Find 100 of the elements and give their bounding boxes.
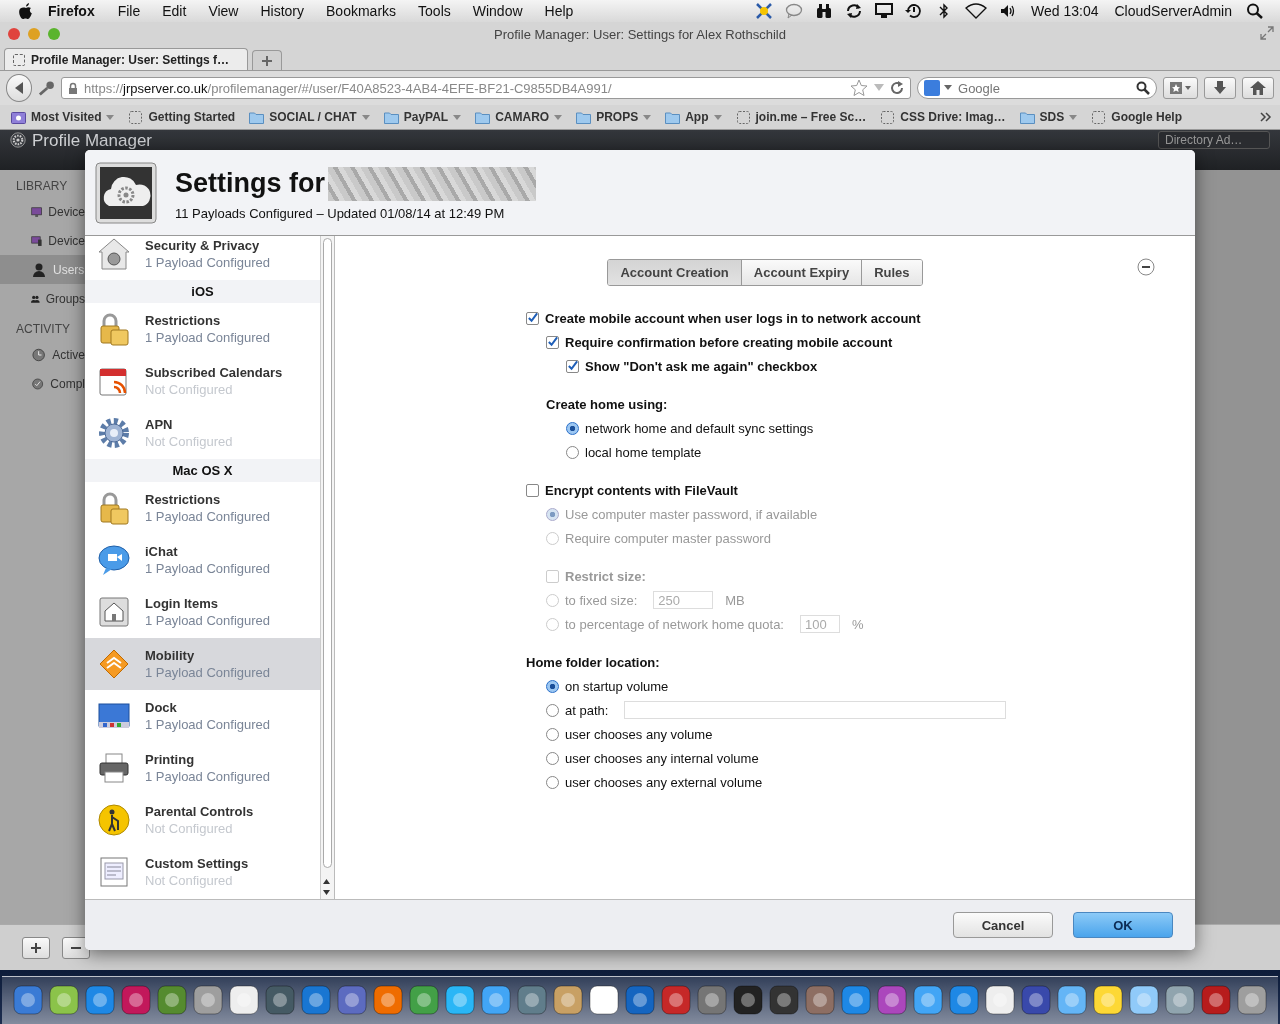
menu-item[interactable]: Window	[461, 3, 534, 19]
time-machine-icon[interactable]	[905, 3, 924, 19]
remove-button[interactable]	[62, 936, 90, 959]
sidebar-item[interactable]: Active	[0, 340, 85, 369]
app-icon[interactable]	[84, 984, 116, 1018]
bookmarks-button[interactable]	[1162, 77, 1199, 99]
app-icon[interactable]	[372, 984, 404, 1018]
bookmark[interactable]: CAMARO	[472, 110, 570, 124]
app-icon[interactable]	[912, 984, 944, 1018]
segment-tab[interactable]: Rules	[861, 260, 922, 285]
bookmark[interactable]: Google Help	[1088, 110, 1189, 124]
bookmark[interactable]: Most Visited	[8, 110, 122, 124]
app-icon[interactable]	[948, 984, 980, 1018]
payload-item[interactable]: Security & Privacy 1 Payload Configured	[85, 236, 320, 280]
app-icon[interactable]	[1128, 984, 1160, 1018]
path-field[interactable]	[624, 701, 1007, 719]
app-icon[interactable]	[1164, 984, 1196, 1018]
bookmark[interactable]: Getting Started	[125, 110, 243, 124]
fullscreen-icon[interactable]	[1260, 26, 1274, 40]
default-button[interactable]: OK	[1073, 912, 1173, 938]
payload-item[interactable]: Mobility 1 Payload Configured	[85, 638, 320, 690]
checkbox[interactable]	[526, 483, 539, 497]
app-icon[interactable]	[444, 984, 476, 1018]
clock-text[interactable]: Wed 13:04	[1023, 3, 1107, 19]
apple-logo-icon[interactable]	[18, 2, 34, 20]
star-icon[interactable]	[850, 79, 869, 97]
app-icon[interactable]	[156, 984, 188, 1018]
app-icon[interactable]	[804, 984, 836, 1018]
bookmark[interactable]: PROPS	[573, 110, 659, 124]
new-tab-button[interactable]	[252, 50, 282, 70]
menu-item[interactable]: Help	[533, 3, 585, 19]
menu-item[interactable]: Tools	[407, 3, 462, 19]
app-icon[interactable]	[336, 984, 368, 1018]
sidebar-item[interactable]: Device	[0, 226, 85, 255]
search-icon[interactable]	[1135, 81, 1150, 95]
app-icon[interactable]	[1236, 984, 1268, 1018]
wifi-icon[interactable]	[965, 3, 988, 19]
menu-item[interactable]: File	[106, 3, 152, 19]
checkbox[interactable]	[526, 311, 539, 325]
app-icon[interactable]	[516, 984, 548, 1018]
app-icon[interactable]	[768, 984, 800, 1018]
app-icon[interactable]	[408, 984, 440, 1018]
payload-item[interactable]: Login Items 1 Payload Configured	[85, 586, 320, 638]
binoculars-icon[interactable]	[815, 3, 834, 19]
payload-item[interactable]: APN Not Configured	[85, 407, 320, 459]
key-icon[interactable]	[38, 80, 56, 96]
sidebar-item[interactable]: Compl	[0, 369, 85, 398]
scrollbar[interactable]	[320, 236, 335, 899]
app-icon[interactable]	[480, 984, 512, 1018]
segment-tab[interactable]: Account Creation	[608, 260, 741, 285]
checkbox[interactable]	[546, 335, 559, 349]
sidebar-item[interactable]: Groups	[0, 284, 85, 313]
app-icon[interactable]	[1056, 984, 1088, 1018]
app-icon[interactable]	[48, 984, 80, 1018]
browser-tab[interactable]: Profile Manager: User: Settings f…	[4, 48, 248, 70]
search-engine-icon[interactable]	[924, 80, 941, 96]
payload-item[interactable]: Printing 1 Payload Configured	[85, 742, 320, 794]
app-icon[interactable]	[300, 984, 332, 1018]
payload-item[interactable]: Restrictions 1 Payload Configured	[85, 482, 320, 534]
directory-select[interactable]: Directory Ad…	[1158, 131, 1270, 149]
radio-button[interactable]	[546, 727, 559, 741]
checkbox[interactable]	[566, 359, 579, 373]
app-icon[interactable]	[228, 984, 260, 1018]
search-icon[interactable]	[1246, 3, 1264, 19]
app-icon[interactable]	[12, 984, 44, 1018]
segment-tab[interactable]: Account Expiry	[740, 260, 862, 285]
radio-button[interactable]	[546, 703, 559, 717]
display-icon[interactable]	[875, 3, 894, 19]
app-icon[interactable]	[732, 984, 764, 1018]
address-field[interactable]: https://jrpserver.co.uk/profilemanager/#/user/F40A8523-4AB4-4EFE-BF21-C9855DB4A991/	[61, 77, 912, 99]
back-button[interactable]	[6, 74, 33, 102]
app-icon[interactable]	[192, 984, 224, 1018]
payload-item[interactable]: Dock 1 Payload Configured	[85, 690, 320, 742]
reload-icon[interactable]	[890, 81, 905, 95]
search-field[interactable]: Google	[956, 79, 1132, 97]
radio-button[interactable]	[566, 445, 579, 459]
payload-item[interactable]: Restrictions 1 Payload Configured	[85, 303, 320, 355]
chevron-icon[interactable]	[1260, 112, 1272, 122]
payload-item[interactable]: iChat 1 Payload Configured	[85, 534, 320, 586]
chat-bubble-icon[interactable]	[785, 3, 804, 19]
home-button[interactable]	[1242, 77, 1274, 99]
bookmark[interactable]: App	[662, 110, 729, 124]
remove-icon[interactable]	[1137, 258, 1155, 276]
app-icon[interactable]	[876, 984, 908, 1018]
payload-item[interactable]: Custom Settings Not Configured	[85, 846, 320, 898]
app-icon[interactable]	[840, 984, 872, 1018]
app-icon[interactable]	[984, 984, 1016, 1018]
user-name[interactable]: CloudServerAdmin	[1106, 3, 1240, 19]
menu-item[interactable]: History	[249, 3, 316, 19]
bookmark[interactable]: CSS Drive: Imag…	[877, 110, 1013, 124]
radio-button[interactable]	[546, 679, 559, 693]
close-button[interactable]	[8, 28, 20, 40]
add-button[interactable]	[22, 936, 50, 959]
dialog-button[interactable]: Cancel	[953, 912, 1053, 938]
app-menu[interactable]: Firefox	[34, 3, 107, 19]
x-star-icon[interactable]	[755, 3, 774, 19]
payload-item[interactable]: Parental Controls Not Configured	[85, 794, 320, 846]
bookmark[interactable]: join.me – Free Sc…	[732, 110, 874, 124]
search-box[interactable]: Google	[917, 77, 1157, 99]
app-icon[interactable]	[588, 984, 620, 1018]
